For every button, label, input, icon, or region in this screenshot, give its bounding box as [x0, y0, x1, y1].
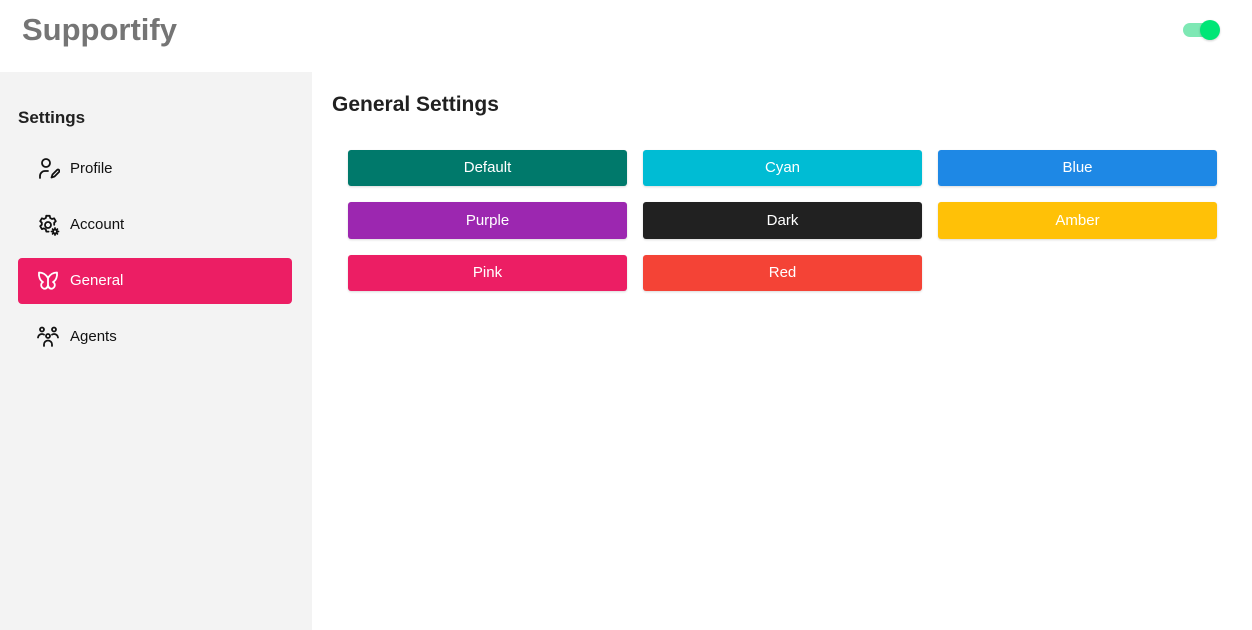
theme-amber-button[interactable]: Amber — [938, 202, 1217, 239]
theme-cyan-button[interactable]: Cyan — [643, 150, 922, 186]
theme-red-button[interactable]: Red — [643, 255, 922, 291]
sidebar-item-label: Account — [70, 216, 125, 233]
sidebar-heading: Settings — [18, 108, 86, 127]
sidebar-item-account[interactable]: Account — [18, 202, 292, 248]
sidebar-item-general[interactable]: General — [18, 258, 292, 304]
user-edit-icon — [36, 157, 60, 181]
settings-sidebar: Settings Profile Account General Agents — [0, 72, 312, 630]
theme-purple-button[interactable]: Purple — [348, 202, 627, 239]
butterfly-icon — [36, 269, 60, 293]
app-title: Supportify — [22, 12, 177, 47]
users-group-icon — [36, 325, 60, 349]
sidebar-item-profile[interactable]: Profile — [18, 146, 292, 192]
theme-mode-toggle[interactable] — [1182, 19, 1222, 41]
sidebar-item-label: General — [70, 272, 124, 289]
page-title: General Settings — [332, 93, 499, 116]
theme-dark-button[interactable]: Dark — [643, 202, 922, 239]
user-gear-icon — [36, 213, 60, 237]
toggle-knob[interactable] — [1200, 20, 1220, 40]
top-bar: Supportify — [0, 0, 1252, 72]
sidebar-item-label: Profile — [70, 160, 113, 177]
theme-blue-button[interactable]: Blue — [938, 150, 1217, 186]
theme-pink-button[interactable]: Pink — [348, 255, 627, 291]
sidebar-item-label: Agents — [70, 328, 117, 345]
theme-default-button[interactable]: Default — [348, 150, 627, 186]
sidebar-item-agents[interactable]: Agents — [18, 314, 292, 360]
